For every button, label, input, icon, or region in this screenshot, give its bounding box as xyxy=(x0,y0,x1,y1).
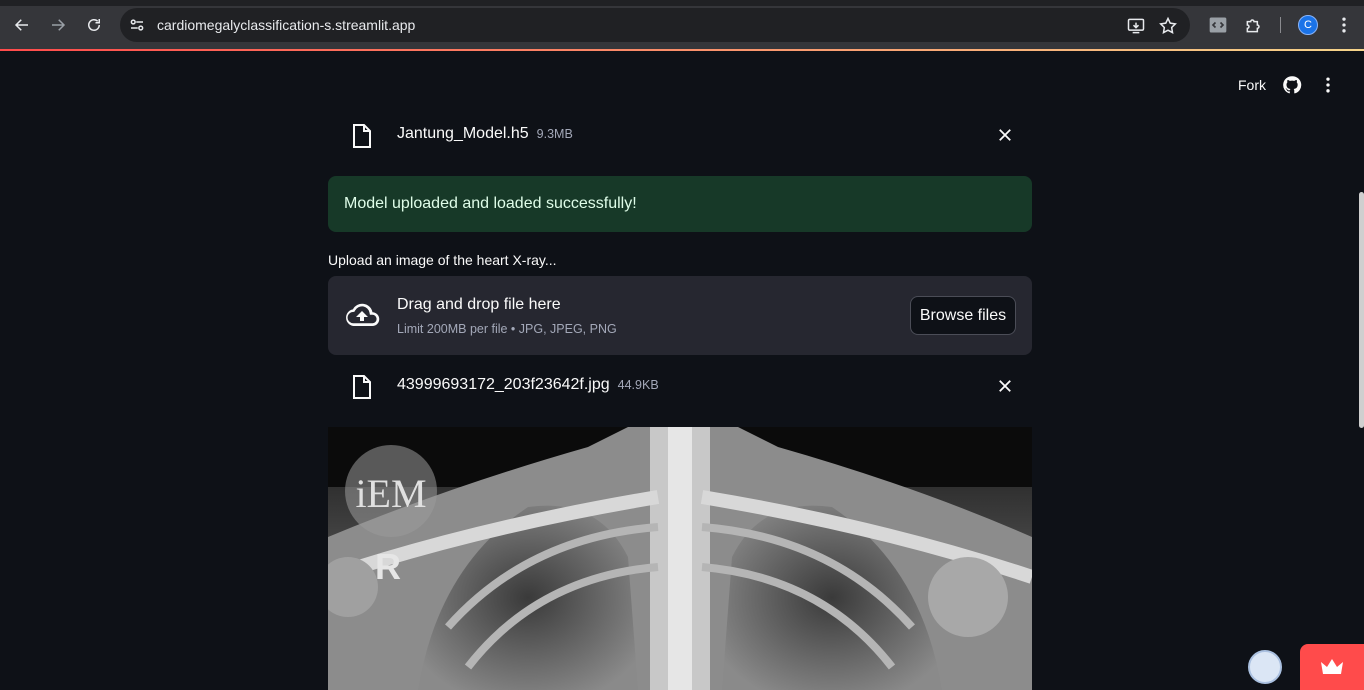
success-alert: Model uploaded and loaded successfully! xyxy=(328,176,1032,232)
code-extension-icon xyxy=(1209,17,1227,33)
model-file-size: 9.3MB xyxy=(536,127,573,141)
puzzle-icon xyxy=(1246,19,1260,33)
crown-icon xyxy=(1321,659,1343,674)
arrow-right-icon xyxy=(52,19,66,31)
image-uploader-label: Upload an image of the heart X-ray... xyxy=(328,252,557,268)
extension-devtools-button[interactable] xyxy=(1207,14,1229,36)
browser-menu-button[interactable] xyxy=(1333,14,1355,36)
image-file-name: 43999693172_203f23642f.jpg 44.9KB xyxy=(397,376,659,394)
xray-image: iEM R xyxy=(328,427,1032,690)
cloud-upload-icon xyxy=(346,303,380,327)
reload-icon xyxy=(88,19,100,31)
file-icon xyxy=(353,124,371,148)
address-bar[interactable]: cardiomegalyclassification-s.streamlit.a… xyxy=(120,8,1190,42)
reload-button[interactable] xyxy=(81,12,107,38)
page-scrollbar[interactable] xyxy=(1359,192,1364,428)
kebab-menu-icon xyxy=(1342,17,1346,33)
file-dropzone[interactable]: Drag and drop file here Limit 200MB per … xyxy=(328,276,1032,355)
toolbar-divider xyxy=(1280,17,1281,33)
success-message: Model uploaded and loaded successfully! xyxy=(344,195,637,212)
forward-button[interactable] xyxy=(45,12,71,38)
chest-xray-illustration: iEM R xyxy=(328,427,1032,690)
model-file-name-text: Jantung_Model.h5 xyxy=(397,125,529,142)
browser-toolbar: cardiomegalyclassification-s.streamlit.a… xyxy=(0,0,1364,49)
fork-button[interactable]: Fork xyxy=(1238,77,1266,93)
arrow-left-icon xyxy=(14,19,28,31)
image-file-size: 44.9KB xyxy=(617,378,659,392)
dropzone-title: Drag and drop file here xyxy=(397,296,561,313)
xray-watermark: iEM xyxy=(355,471,426,516)
model-file-name: Jantung_Model.h5 9.3MB xyxy=(397,125,573,143)
xray-side-marker: R xyxy=(375,546,401,587)
remove-image-file-close-icon[interactable] xyxy=(996,377,1014,395)
url-text[interactable]: cardiomegalyclassification-s.streamlit.a… xyxy=(157,17,415,33)
app-menu-icon[interactable] xyxy=(1318,75,1338,95)
bookmark-star-icon[interactable] xyxy=(1158,16,1178,36)
dropzone-limits: Limit 200MB per file • JPG, JPEG, PNG xyxy=(397,322,617,336)
site-settings-icon[interactable] xyxy=(128,16,146,34)
uploaded-image-file: 43999693172_203f23642f.jpg 44.9KB xyxy=(328,366,1032,406)
file-icon xyxy=(353,375,371,399)
remove-model-file-close-icon[interactable] xyxy=(996,126,1014,144)
uploaded-model-file: Jantung_Model.h5 9.3MB xyxy=(328,115,1032,155)
install-app-icon[interactable] xyxy=(1126,16,1146,36)
image-file-name-text: 43999693172_203f23642f.jpg xyxy=(397,376,610,393)
browse-files-button[interactable]: Browse files xyxy=(910,296,1016,335)
app-header: Fork xyxy=(0,51,1364,111)
extensions-button[interactable] xyxy=(1243,14,1265,36)
profile-avatar[interactable]: C xyxy=(1298,15,1318,35)
github-icon[interactable] xyxy=(1282,75,1302,95)
tab-strip xyxy=(0,0,1364,6)
back-button[interactable] xyxy=(9,12,35,38)
viewer-avatar[interactable] xyxy=(1248,650,1282,684)
streamlit-manage-app-button[interactable] xyxy=(1300,644,1364,690)
